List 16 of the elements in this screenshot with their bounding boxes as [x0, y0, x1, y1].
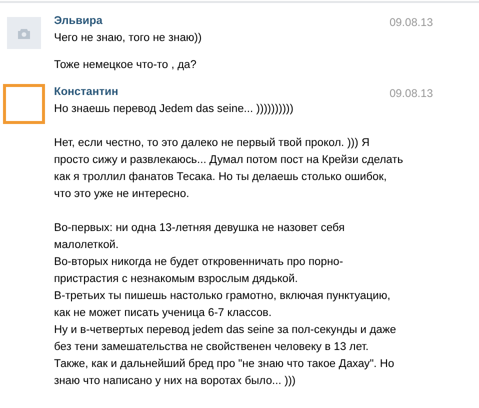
camera-icon: [17, 28, 31, 38]
message-text: В-третьих ты пишешь настолько грамотно, включая пунктуацию, как не может писать ученица 6-7 классов.: [54, 289, 392, 321]
message-text: Тоже немецкое что-то , да?: [54, 58, 198, 73]
message-text: Во-первых: ни одна 13-летняя девушка не назовет себя малолеткой.: [54, 221, 346, 253]
message-text: Чего не знаю, того не знаю)): [54, 31, 203, 46]
message-text: Нет, если честно, то это далеко не первый твой прокол. ))) Я просто сижу и развлекаюсь... Думал потом пост на Крейзи сделать как я троллил фанатов Тесака. Но ты делаешь столько ошибок, что это уже не интересно.: [54, 136, 404, 202]
author-name[interactable]: Константин: [54, 84, 118, 101]
message-date: 09.08.13: [389, 16, 433, 31]
message-text: Но знаешь перевод Jedem das seine... )))))))))): [54, 102, 294, 117]
avatar[interactable]: [7, 17, 41, 49]
message-text: Также, как и дальнейший бред про "не знаю что такое Дахау". Но знаю что написано у них на воротах было... ))): [54, 357, 396, 389]
author-name[interactable]: Эльвира: [54, 13, 102, 30]
message-text: Во-вторых никогда не будет откровенничать про порно-пристрастия с незнакомым взрослым дядькой.: [54, 255, 344, 287]
avatar[interactable]: [3, 84, 45, 124]
message-date: 09.08.13: [389, 87, 433, 102]
message-text: Ну и в-четвертых перевод jedem das seine за пол-секунды и даже без тени замешательства не свойственен человеку в 13 лет.: [54, 323, 398, 355]
